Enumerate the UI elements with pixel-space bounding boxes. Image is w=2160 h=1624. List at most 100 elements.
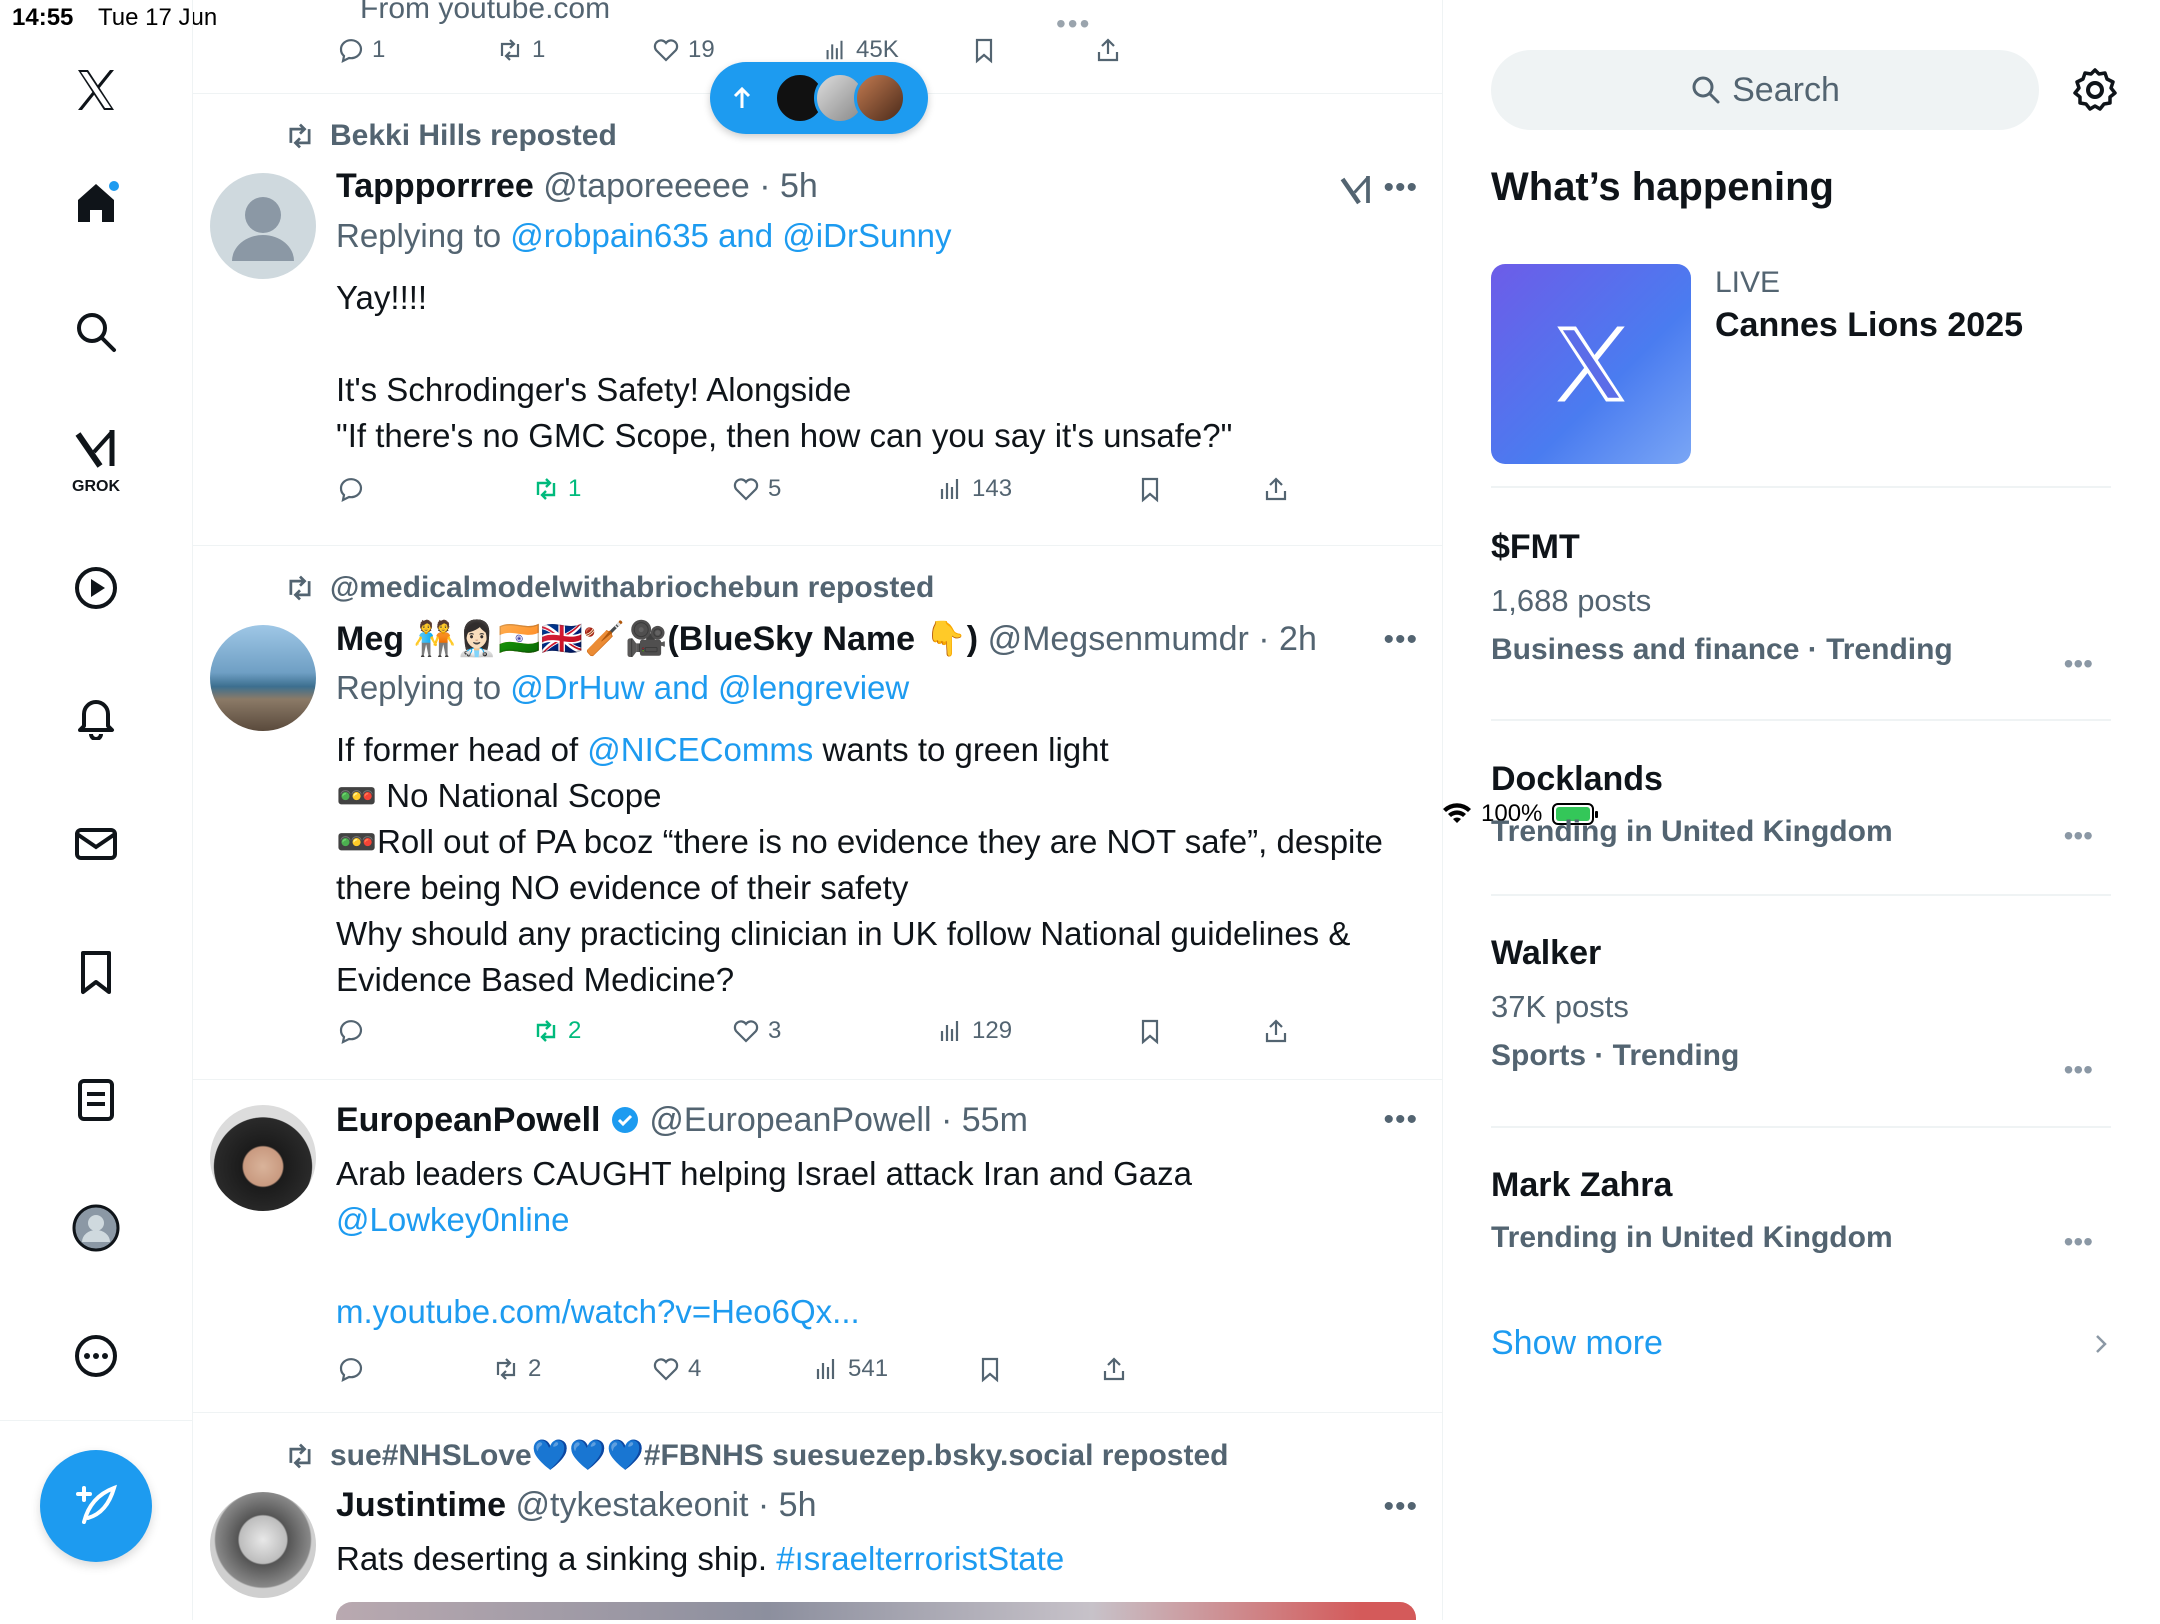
trend-more-icon[interactable]: ••• xyxy=(2064,1054,2093,1086)
repost-button[interactable]: 1 xyxy=(532,475,581,503)
trend-item[interactable]: Mark Zahra Trending in United Kingdom ••… xyxy=(1491,1166,2111,1258)
tweet[interactable]: Bekki Hills reposted Tappporrree @tapore… xyxy=(192,93,1442,546)
grok-explain-icon[interactable] xyxy=(1338,173,1374,214)
tweet[interactable]: EuropeanPowell @EuropeanPowell · 55m •••… xyxy=(192,1079,1442,1413)
user-handle[interactable]: @EuropeanPowell xyxy=(649,1101,931,1139)
repost-button[interactable]: 2 xyxy=(532,1017,581,1045)
like-button[interactable]: 4 xyxy=(652,1355,701,1383)
repost-button[interactable]: 1 xyxy=(496,36,545,64)
tweet-time[interactable]: · 55m xyxy=(941,1101,1028,1139)
search-icon[interactable] xyxy=(66,302,126,362)
display-name[interactable]: Justintime xyxy=(336,1486,506,1524)
tweet-text-line: Yay!!!! xyxy=(336,279,428,316)
tweet-header: Justintime @tykestakeonit · 5h xyxy=(336,1486,817,1525)
compose-post-button[interactable] xyxy=(40,1450,152,1562)
more-menu-icon[interactable]: ••• xyxy=(1383,623,1418,657)
avatar[interactable] xyxy=(210,1492,316,1598)
like-button[interactable]: 19 xyxy=(652,36,715,64)
more-menu-icon[interactable]: ••• xyxy=(1383,1490,1418,1524)
show-more-link[interactable]: Show more xyxy=(1491,1324,1663,1363)
search-input[interactable]: Search xyxy=(1491,50,2039,130)
profile-avatar-icon[interactable] xyxy=(66,1198,126,1258)
trend-item[interactable]: $FMT 1,688 posts Business and finance · … xyxy=(1491,528,2111,679)
tweet-time[interactable]: · 5h xyxy=(759,167,818,205)
more-menu-icon[interactable]: ••• xyxy=(1383,171,1418,205)
bookmarks-icon[interactable] xyxy=(66,942,126,1002)
repost-icon xyxy=(289,1443,311,1468)
like-button[interactable]: 3 xyxy=(732,1017,781,1045)
bookmark-icon xyxy=(1141,1019,1159,1045)
mention-link[interactable]: @Lowkey0nline xyxy=(336,1197,1416,1243)
trend-item[interactable]: Walker 37K posts Sports · Trending ••• xyxy=(1491,934,2111,1085)
chevron-right-icon[interactable] xyxy=(2091,1330,2111,1358)
live-label: LIVE xyxy=(1715,266,1781,299)
tweet[interactable]: @medicalmodelwithabriochebun reposted Me… xyxy=(192,545,1442,1080)
trend-category: Trending in United Kingdom xyxy=(1491,815,1893,848)
bookmark-button[interactable] xyxy=(1136,475,1164,503)
trend-item[interactable]: Docklands Trending in United Kingdom ••• xyxy=(1491,760,2111,852)
reply-button[interactable]: 1 xyxy=(336,36,385,64)
mention-link[interactable]: @NICEComms xyxy=(587,731,813,768)
tweet-time[interactable]: · 2h xyxy=(1258,620,1317,658)
home-icon[interactable] xyxy=(66,172,126,232)
views-button[interactable]: 541 xyxy=(812,1355,888,1383)
bookmark-button[interactable] xyxy=(1136,1017,1164,1045)
reply-button[interactable] xyxy=(336,1017,364,1045)
tweet-url-link[interactable]: m.youtube.com/watch?v=Heo6Qx... xyxy=(336,1289,1416,1335)
display-name[interactable]: Meg 🧑‍🤝‍🧑👩🏻‍⚕️🇮🇳🇬🇧🏏🎥(BlueSky Name 👇) xyxy=(336,620,978,658)
views-button[interactable]: 45K xyxy=(822,36,899,64)
trend-more-icon[interactable]: ••• xyxy=(2064,1226,2093,1258)
view-count: 541 xyxy=(848,1355,889,1382)
live-event-image[interactable] xyxy=(1491,264,1691,464)
display-name[interactable]: EuropeanPowell xyxy=(336,1101,601,1139)
share-button[interactable] xyxy=(1262,1017,1290,1045)
more-menu-icon[interactable]: ••• xyxy=(1383,1103,1418,1137)
live-event-title[interactable]: Cannes Lions 2025 xyxy=(1715,306,2023,345)
repost-button[interactable]: 2 xyxy=(492,1355,541,1383)
share-button[interactable] xyxy=(1100,1355,1128,1383)
views-button[interactable]: 143 xyxy=(936,475,1012,503)
share-button[interactable] xyxy=(1094,36,1122,64)
settings-gear-icon[interactable] xyxy=(2071,66,2119,114)
user-handle[interactable]: @Megsenmumdr xyxy=(988,620,1249,658)
reply-mentions[interactable]: @DrHuw and @lengreview xyxy=(510,669,909,706)
trend-more-icon[interactable]: ••• xyxy=(2064,820,2093,852)
bookmark-button[interactable] xyxy=(976,1355,1004,1383)
tweet-text: If former head of @NICEComms wants to gr… xyxy=(336,727,1416,1003)
user-handle[interactable]: @tykestakeonit xyxy=(516,1486,749,1524)
hashtag-link[interactable]: #ısraelterroristState xyxy=(776,1540,1064,1577)
share-button[interactable] xyxy=(1262,475,1290,503)
avatar[interactable] xyxy=(210,1105,316,1211)
views-button[interactable]: 129 xyxy=(936,1017,1012,1045)
timeline: From youtube.com 1 1 19 45K Bekki Hills … xyxy=(192,0,1443,1620)
avatar[interactable] xyxy=(210,173,316,279)
like-button[interactable]: 5 xyxy=(732,475,781,503)
bookmark-button[interactable] xyxy=(970,36,998,64)
tweet-text-line: Why should any practicing clinician in U… xyxy=(336,915,1351,998)
reply-button[interactable] xyxy=(336,1355,364,1383)
text-segment: wants to green light xyxy=(813,731,1109,768)
display-name[interactable]: Tappporrree xyxy=(336,167,534,205)
reply-button[interactable] xyxy=(336,475,364,503)
trend-more-icon[interactable]: ••• xyxy=(2064,648,2093,680)
avatar[interactable] xyxy=(210,625,316,731)
tweet[interactable]: sue#NHSLove💙💙💙#FBNHS suesuezep.bsky.soci… xyxy=(192,1412,1442,1620)
media-image[interactable] xyxy=(336,1602,1416,1620)
x-logo-icon[interactable] xyxy=(66,60,126,120)
messages-envelope-icon[interactable] xyxy=(66,814,126,874)
notifications-bell-icon[interactable] xyxy=(66,686,126,746)
more-options-icon[interactable] xyxy=(66,1326,126,1386)
reply-mentions[interactable]: @robpain635 and @iDrSunny xyxy=(510,217,951,254)
tweet-time[interactable]: · 5h xyxy=(758,1486,817,1524)
arrow-up-icon xyxy=(733,86,751,108)
grok-icon[interactable] xyxy=(66,420,126,480)
new-posts-pill[interactable] xyxy=(710,62,928,134)
right-sidebar: Search What’s happening LIVE Cannes Lion… xyxy=(1443,0,2160,1620)
video-play-icon[interactable] xyxy=(66,558,126,618)
lists-icon[interactable] xyxy=(66,1070,126,1130)
repost-icon xyxy=(536,478,556,500)
compose-feather-icon xyxy=(76,1484,118,1524)
share-icon xyxy=(1103,1357,1125,1381)
repost-icon xyxy=(289,123,311,149)
user-handle[interactable]: @taporeeeee xyxy=(543,167,750,205)
